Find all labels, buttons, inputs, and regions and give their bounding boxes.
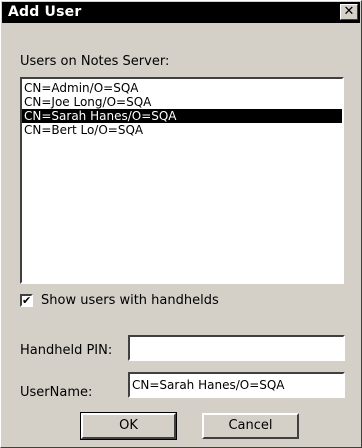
handheld-pin-input[interactable] bbox=[128, 335, 345, 361]
title-bar[interactable]: Add User ✕ bbox=[2, 2, 360, 23]
list-item[interactable]: CN=Admin/O=SQA bbox=[22, 81, 342, 95]
close-icon: ✕ bbox=[343, 4, 355, 19]
add-user-dialog: Add User ✕ Users on Notes Server: CN=Adm… bbox=[0, 0, 362, 448]
cancel-button[interactable]: Cancel bbox=[202, 413, 299, 439]
ok-button[interactable]: OK bbox=[80, 412, 177, 440]
list-item-label: CN=Sarah Hanes/O=SQA bbox=[24, 109, 177, 123]
users-list-label: Users on Notes Server: bbox=[20, 54, 170, 69]
list-item[interactable]: CN=Bert Lo/O=SQA bbox=[22, 123, 342, 137]
close-button[interactable]: ✕ bbox=[340, 4, 358, 20]
handheld-pin-label: Handheld PIN: bbox=[20, 343, 113, 358]
username-input[interactable]: CN=Sarah Hanes/O=SQA bbox=[128, 372, 345, 398]
dialog-title: Add User bbox=[8, 4, 82, 20]
list-item-label: CN=Bert Lo/O=SQA bbox=[24, 123, 144, 137]
show-handhelds-checkbox[interactable]: ✔ bbox=[20, 294, 33, 307]
list-item-label: CN=Joe Long/O=SQA bbox=[24, 95, 152, 109]
show-handhelds-label: Show users with handhelds bbox=[41, 293, 219, 308]
list-item[interactable]: CN=Sarah Hanes/O=SQA bbox=[22, 109, 342, 123]
users-listbox[interactable]: CN=Admin/O=SQA CN=Joe Long/O=SQA CN=Sara… bbox=[20, 77, 344, 284]
username-label: UserName: bbox=[20, 385, 93, 400]
list-item[interactable]: CN=Joe Long/O=SQA bbox=[22, 95, 342, 109]
list-item-label: CN=Admin/O=SQA bbox=[24, 81, 139, 95]
check-icon: ✔ bbox=[22, 294, 32, 307]
